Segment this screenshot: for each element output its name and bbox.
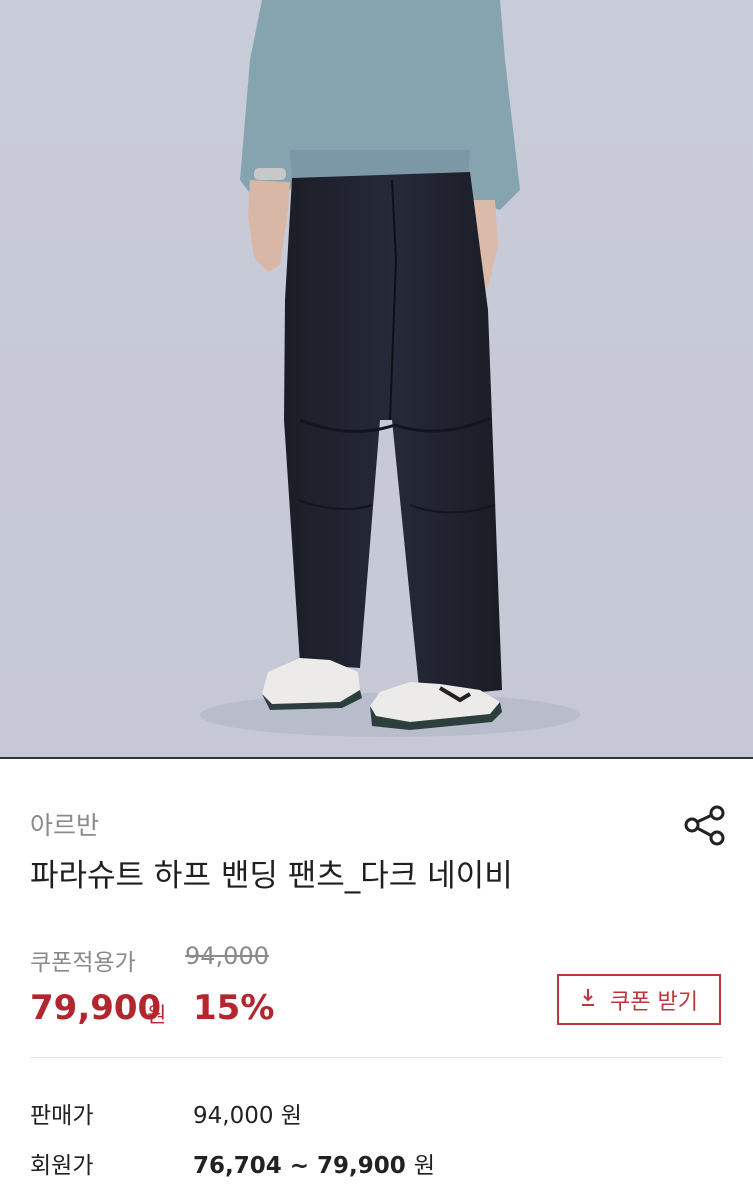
get-coupon-button[interactable]: 쿠폰 받기 xyxy=(557,974,721,1025)
original-price: 94,000 xyxy=(185,942,269,970)
sale-price-unit: 원 xyxy=(147,1003,167,1027)
download-arrow-icon xyxy=(580,987,596,1012)
member-price-label: 회원가 xyxy=(30,1153,94,1179)
member-price-unit: 원 xyxy=(413,1153,435,1179)
member-price-amount: 76,704 ~ 79,900 xyxy=(193,1153,406,1179)
get-coupon-label: 쿠폰 받기 xyxy=(610,989,698,1015)
retail-price-value: 94,000 원 xyxy=(193,1096,302,1130)
price-divider xyxy=(30,1057,723,1058)
retail-price-unit: 원 xyxy=(280,1103,302,1129)
share-icon xyxy=(684,805,725,846)
discount-rate: 15% xyxy=(193,988,275,1028)
image-divider xyxy=(0,757,753,759)
brand-name[interactable]: 아르반 xyxy=(30,806,99,842)
retail-price-label: 판매가 xyxy=(30,1103,94,1129)
product-title: 파라슈트 하프 밴딩 팬츠_다크 네이비 xyxy=(30,858,513,894)
sale-price: 79,900 xyxy=(30,988,162,1028)
share-button[interactable] xyxy=(682,803,728,849)
product-image[interactable] xyxy=(0,0,753,758)
coupon-price-label: 쿠폰적용가 xyxy=(30,950,136,976)
member-price-value: 76,704 ~ 79,900 원 xyxy=(193,1146,435,1180)
retail-price-amount: 94,000 xyxy=(193,1103,274,1129)
